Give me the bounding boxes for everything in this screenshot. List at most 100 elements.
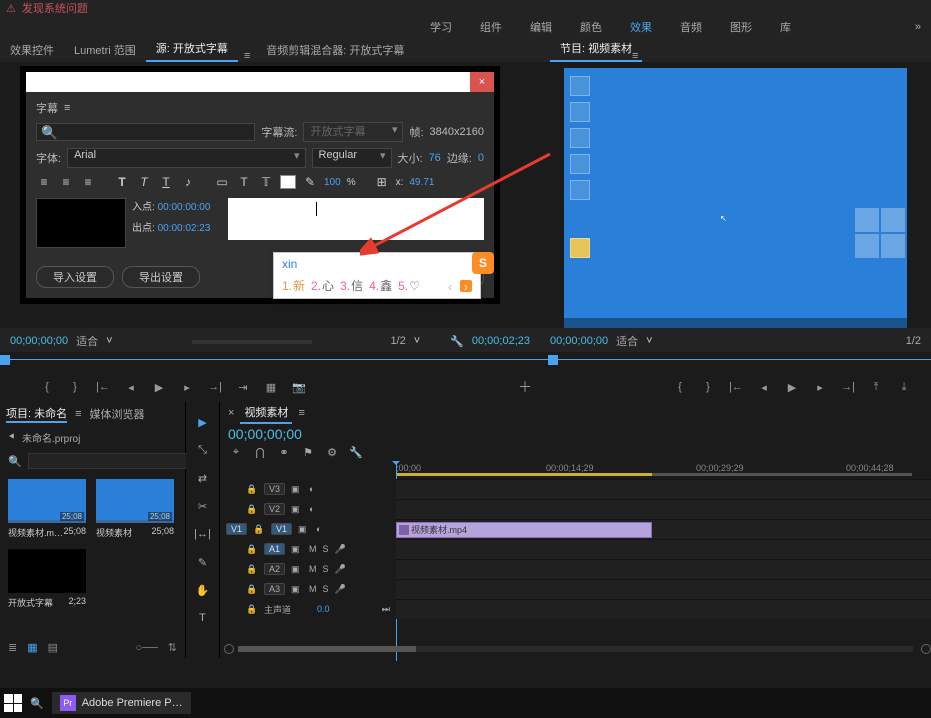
- lift-icon[interactable]: ⤒: [869, 381, 883, 394]
- track-v1[interactable]: V1: [271, 523, 292, 535]
- italic-icon[interactable]: T: [136, 174, 152, 190]
- play-icon[interactable]: ▶: [785, 381, 799, 394]
- underline-icon[interactable]: T: [158, 174, 174, 190]
- track-v2[interactable]: V2: [264, 503, 285, 515]
- toggle-output-icon[interactable]: ▣: [291, 564, 303, 575]
- project-filename[interactable]: 未命名.prproj: [22, 430, 80, 445]
- track-v3[interactable]: V3: [264, 483, 285, 495]
- taskbar-search-icon[interactable]: 🔍: [30, 697, 44, 710]
- track-a2[interactable]: A2: [264, 563, 285, 575]
- export-frame-icon[interactable]: 📷: [292, 381, 306, 394]
- insert-icon[interactable]: ⇥: [236, 381, 250, 394]
- wrench-icon[interactable]: 🔧: [348, 446, 364, 459]
- program-tab-menu-icon[interactable]: ≡: [632, 50, 638, 62]
- wrench-icon[interactable]: 🔧: [450, 335, 464, 348]
- overwrite-icon[interactable]: ▦: [264, 381, 278, 394]
- menu-more-icon[interactable]: »: [915, 21, 921, 33]
- toggle-output-icon[interactable]: ▣: [298, 524, 310, 535]
- lock-icon[interactable]: 🔒: [246, 544, 258, 555]
- windows-start-icon[interactable]: [4, 694, 22, 712]
- ime-candidate-5[interactable]: 5.♡: [398, 279, 420, 293]
- video-clip[interactable]: 视频素材.mp4: [396, 522, 652, 538]
- timeline-timecode[interactable]: 00;00;00;00: [228, 426, 302, 442]
- export-settings-button[interactable]: 导出设置: [122, 266, 200, 288]
- bold-icon[interactable]: T: [114, 174, 130, 190]
- close-icon[interactable]: ×: [470, 72, 494, 92]
- program-video-preview[interactable]: ↖: [564, 68, 907, 328]
- go-to-in-icon[interactable]: |←: [96, 381, 110, 393]
- pen-tool-icon[interactable]: ✎: [194, 556, 212, 574]
- lock-icon[interactable]: 🔒: [246, 564, 258, 575]
- prog-left-timecode[interactable]: 00;00;00;00: [550, 335, 608, 347]
- edge-value[interactable]: 0: [478, 152, 484, 164]
- mute-button[interactable]: M: [309, 564, 317, 574]
- tab-effect-controls[interactable]: 效果控件: [0, 38, 64, 62]
- bg-box-icon[interactable]: ▭: [214, 174, 230, 190]
- eye-icon[interactable]: ◐: [309, 484, 321, 494]
- type-tool-icon[interactable]: T: [194, 612, 212, 630]
- lock-icon[interactable]: 🔒: [246, 504, 258, 515]
- tab-menu-icon[interactable]: ≡: [75, 408, 81, 420]
- magnet-icon[interactable]: ⋂: [252, 446, 268, 459]
- play-icon[interactable]: ▶: [152, 381, 166, 394]
- zoom-scrollbar[interactable]: [238, 646, 913, 652]
- toggle-output-icon[interactable]: ▣: [291, 584, 303, 595]
- close-sequence-icon[interactable]: ×: [228, 407, 234, 419]
- menu-audio[interactable]: 音频: [680, 19, 702, 35]
- menu-color[interactable]: 颜色: [580, 19, 602, 35]
- freeform-view-icon[interactable]: ▤: [48, 641, 58, 654]
- mark-out-icon[interactable]: }: [68, 381, 82, 393]
- zoom-handle-left[interactable]: [224, 644, 234, 654]
- slip-tool-icon[interactable]: |↔|: [194, 528, 212, 546]
- src-fit-select[interactable]: 适合: [76, 333, 98, 349]
- master-track-label[interactable]: 主声道: [264, 603, 291, 616]
- tab-media-browser[interactable]: 媒体浏览器: [90, 406, 145, 422]
- track-a3[interactable]: A3: [264, 583, 285, 595]
- solo-button[interactable]: S: [323, 584, 329, 594]
- ime-prev-page-icon[interactable]: ‹: [444, 280, 456, 292]
- razor-tool-icon[interactable]: ✂: [194, 500, 212, 518]
- in-timecode[interactable]: 00:00:00:00: [158, 202, 211, 213]
- go-to-out-icon[interactable]: →|: [208, 381, 222, 393]
- go-to-in-icon[interactable]: |←: [729, 381, 743, 393]
- hand-tool-icon[interactable]: ✋: [194, 584, 212, 602]
- snap-icon[interactable]: ⌖: [228, 446, 244, 459]
- lock-icon[interactable]: 🔒: [246, 604, 258, 615]
- mute-button[interactable]: M: [309, 584, 317, 594]
- mute-button[interactable]: M: [309, 544, 317, 554]
- marker-icon[interactable]: ⚑: [300, 446, 316, 459]
- src-scale-select[interactable]: 1/2: [390, 335, 405, 347]
- project-item[interactable]: 开放式字幕2;23: [8, 549, 86, 609]
- toggle-output-icon[interactable]: ▣: [291, 504, 303, 515]
- align-left-icon[interactable]: ≡: [36, 174, 52, 190]
- position-grid-icon[interactable]: ⊞: [374, 174, 390, 190]
- captions-menu-icon[interactable]: ≡: [64, 102, 70, 114]
- mark-in-icon[interactable]: {: [40, 381, 54, 393]
- mark-in-icon[interactable]: {: [673, 381, 687, 393]
- prog-scale-select[interactable]: 1/2: [906, 335, 921, 347]
- ripple-edit-tool-icon[interactable]: ⇄: [194, 472, 212, 490]
- menu-learn[interactable]: 学习: [430, 19, 452, 35]
- opacity-value[interactable]: 100: [324, 177, 341, 188]
- list-view-icon[interactable]: ≣: [8, 641, 17, 654]
- tab-menu-icon[interactable]: ≡: [244, 50, 250, 62]
- mic-icon[interactable]: 🎤: [335, 584, 347, 595]
- stream-select[interactable]: 开放式字幕: [303, 122, 403, 142]
- align-center-icon[interactable]: ≡: [58, 174, 74, 190]
- ime-candidate-2[interactable]: 2.心: [311, 277, 334, 294]
- mic-icon[interactable]: 🎤: [335, 564, 347, 575]
- add-button-icon[interactable]: ＋: [518, 377, 532, 397]
- import-settings-button[interactable]: 导入设置: [36, 266, 114, 288]
- project-item[interactable]: 25;08 视频素材25;08: [96, 479, 174, 539]
- sort-icon[interactable]: ⇅: [168, 641, 177, 654]
- ime-candidate-3[interactable]: 3.信: [340, 277, 363, 294]
- toggle-output-icon[interactable]: ▣: [291, 544, 303, 555]
- font-style-select[interactable]: Regular: [312, 148, 392, 168]
- tab-project[interactable]: 项目: 未命名: [6, 405, 67, 423]
- ime-candidate-4[interactable]: 4.鑫: [369, 277, 392, 294]
- music-note-icon[interactable]: ♪: [180, 174, 196, 190]
- tab-source-caption[interactable]: 源: 开放式字幕: [146, 36, 238, 62]
- lock-icon[interactable]: 🔒: [253, 524, 265, 535]
- eye-icon[interactable]: ◐: [309, 504, 321, 514]
- track-select-tool-icon[interactable]: ⤡: [194, 444, 212, 462]
